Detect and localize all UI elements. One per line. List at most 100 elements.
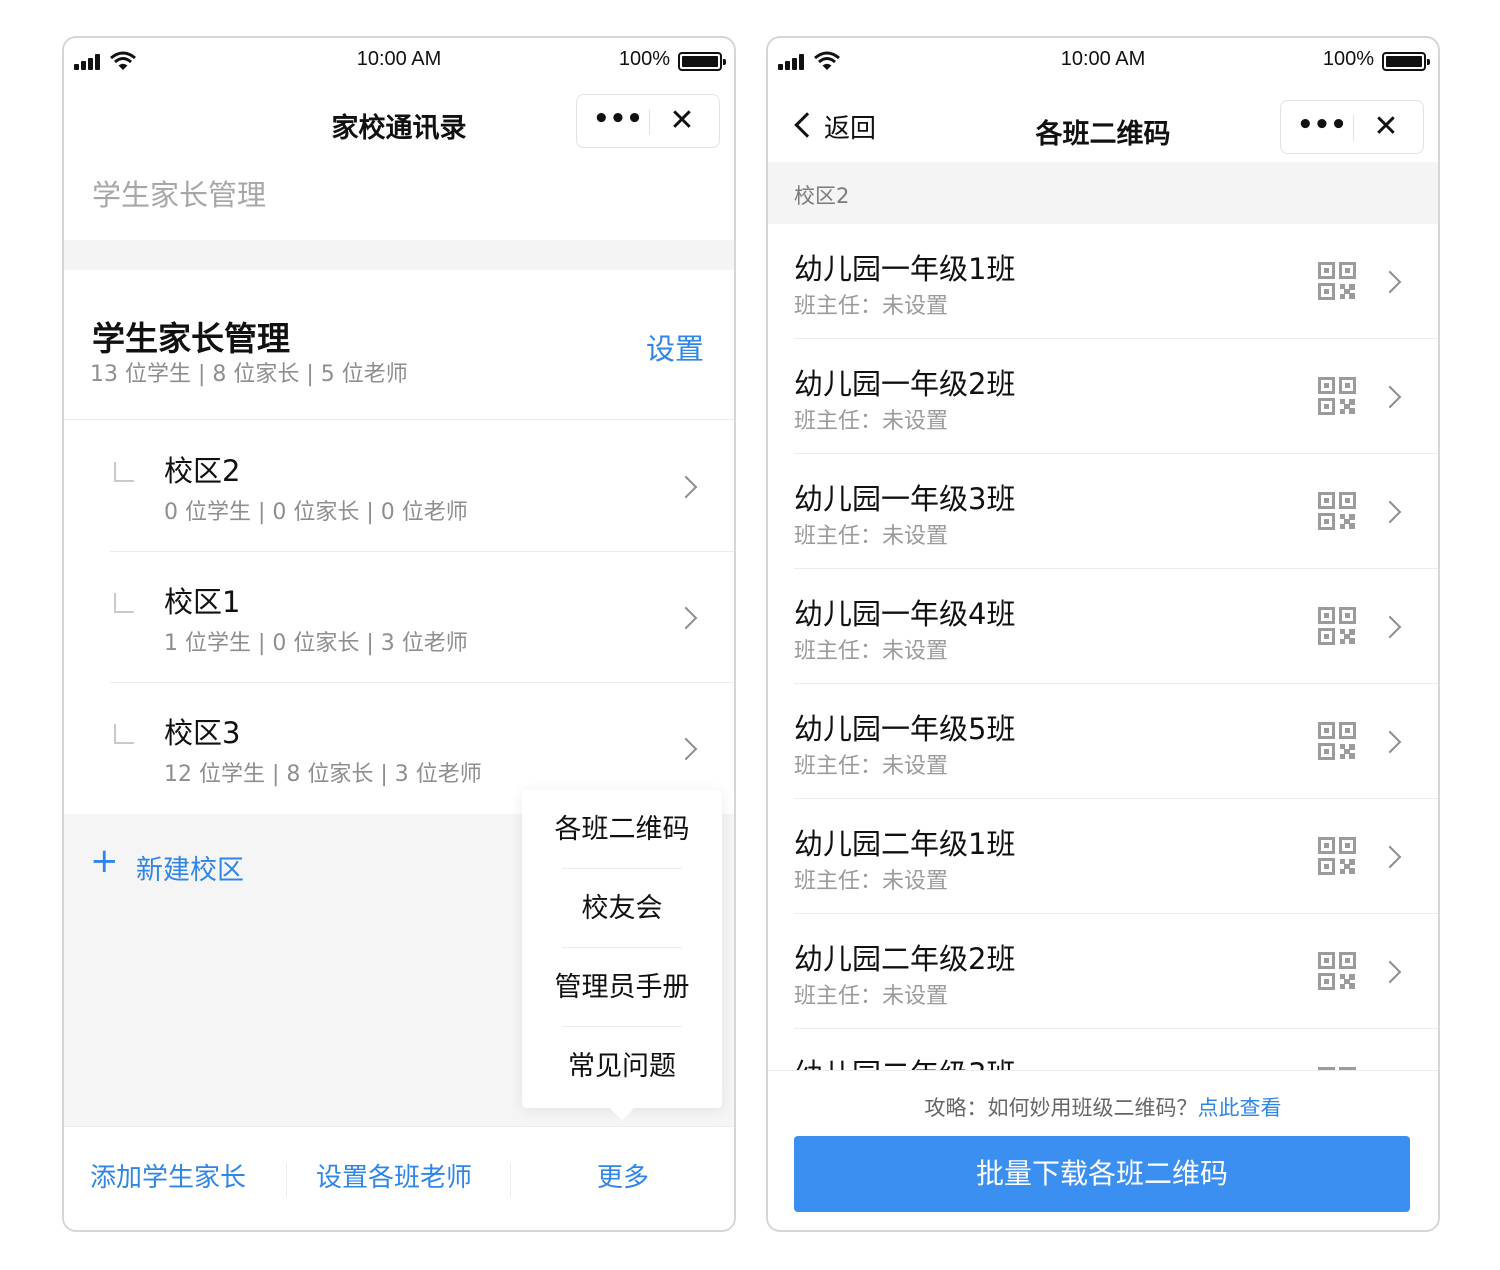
chevron-right-icon bbox=[1378, 270, 1402, 294]
campus-stats: 12 位学生 | 8 位家长 | 3 位老师 bbox=[164, 762, 482, 787]
menu-item-faq[interactable]: 常见问题 bbox=[522, 1027, 722, 1106]
batch-download-button[interactable]: 批量下载各班二维码 bbox=[794, 1136, 1410, 1212]
qr-tip-link[interactable]: 点此查看 bbox=[1198, 1096, 1282, 1120]
chevron-right-icon bbox=[674, 475, 698, 499]
class-row[interactable]: 幼儿园二年级3班 bbox=[768, 1029, 1438, 1070]
class-name: 幼儿园一年级1班 bbox=[794, 252, 1016, 286]
divider bbox=[286, 1163, 287, 1197]
more-dots-icon[interactable]: ••• bbox=[1297, 112, 1347, 139]
section-title: 校区2 bbox=[794, 184, 850, 208]
campus-name: 校区1 bbox=[164, 585, 241, 619]
chevron-right-icon bbox=[674, 606, 698, 630]
menu-item-label: 管理员手册 bbox=[554, 972, 690, 1003]
close-icon[interactable]: ✕ bbox=[667, 105, 697, 137]
class-name: 幼儿园二年级3班 bbox=[794, 1051, 1015, 1070]
class-row[interactable]: 幼儿园二年级2班班主任：未设置 bbox=[768, 914, 1438, 1029]
campus-stats: 1 位学生 | 0 位家长 | 3 位老师 bbox=[164, 631, 468, 656]
settings-link[interactable]: 设置 bbox=[646, 326, 704, 368]
qr-code-icon[interactable] bbox=[1318, 837, 1356, 875]
left-phone-screen: 10:00 AM 100% 家校通讯录 ••• ✕ 学生家长管理 学生家长管理 … bbox=[62, 36, 736, 1232]
page-subtitle-text: 学生家长管理 bbox=[92, 178, 267, 212]
chevron-right-icon bbox=[1378, 960, 1402, 984]
battery-percent: 100% bbox=[1322, 48, 1374, 70]
tree-corner-icon bbox=[114, 724, 134, 744]
qr-code-icon[interactable] bbox=[1318, 262, 1356, 300]
class-name: 幼儿园一年级2班 bbox=[794, 367, 1016, 401]
menu-item-label: 校友会 bbox=[581, 893, 663, 924]
capsule-divider bbox=[649, 109, 650, 135]
class-list: 幼儿园一年级1班 班主任：未设置 幼儿园一年级2班 班主任：未设置 幼儿园一年级3班 班主… bbox=[768, 224, 1438, 1070]
class-name: 幼儿园一年级5班 bbox=[794, 712, 1016, 746]
qr-code-icon[interactable] bbox=[1318, 607, 1356, 645]
add-parent-button[interactable]: 添加学生家长 bbox=[90, 1157, 246, 1194]
management-stats: 13 位学生 | 8 位家长 | 5 位老师 bbox=[90, 362, 408, 387]
set-teachers-button[interactable]: 设置各班老师 bbox=[316, 1157, 472, 1194]
chevron-right-icon bbox=[1378, 730, 1402, 754]
class-name: 幼儿园一年级4班 bbox=[794, 597, 1016, 631]
class-teacher: 班主任：未设置 bbox=[794, 524, 949, 549]
nav-bar: 家校通讯录 ••• ✕ bbox=[64, 88, 734, 156]
divider bbox=[768, 1070, 1438, 1071]
chevron-right-icon bbox=[674, 737, 698, 761]
menu-item-class-qr[interactable]: 各班二维码 bbox=[522, 790, 722, 869]
class-teacher: 班主任：未设置 bbox=[794, 984, 949, 1009]
status-bar: 10:00 AM 100% bbox=[64, 38, 734, 84]
right-phone-screen: 10:00 AM 100% 返回 各班二维码 ••• ✕ 校区2 幼儿园一年级1… bbox=[766, 36, 1440, 1232]
chevron-right-icon bbox=[1378, 845, 1402, 869]
section-header: 校区2 bbox=[768, 162, 1438, 224]
qr-tip-text: 攻略：如何妙用班级二维码？ bbox=[924, 1096, 1198, 1120]
class-row[interactable]: 幼儿园一年级5班班主任：未设置 bbox=[768, 684, 1438, 799]
section-gap bbox=[64, 240, 734, 270]
tree-corner-icon bbox=[114, 593, 134, 613]
campus-stats: 0 位学生 | 0 位家长 | 0 位老师 bbox=[164, 500, 468, 525]
class-teacher: 班主任：未设置 bbox=[794, 639, 949, 664]
class-teacher: 班主任：未设置 bbox=[794, 869, 949, 894]
campus-item[interactable]: 校区1 1 位学生 | 0 位家长 | 3 位老师 bbox=[64, 553, 734, 683]
new-campus-label: 新建校区 bbox=[136, 855, 244, 886]
page-subtitle: 学生家长管理 bbox=[64, 168, 734, 242]
qr-code-icon[interactable] bbox=[1318, 722, 1356, 760]
campus-name: 校区2 bbox=[164, 454, 241, 488]
campus-name: 校区3 bbox=[164, 716, 241, 750]
class-row[interactable]: 幼儿园一年级3班班主任：未设置 bbox=[768, 454, 1438, 569]
qr-tip: 攻略：如何妙用班级二维码？点此查看 bbox=[768, 1092, 1438, 1122]
chevron-right-icon bbox=[1378, 500, 1402, 524]
class-teacher: 班主任：未设置 bbox=[794, 754, 949, 779]
battery-percent: 100% bbox=[618, 48, 670, 70]
mini-program-capsule: ••• ✕ bbox=[576, 94, 720, 148]
nav-bar: 返回 各班二维码 ••• ✕ bbox=[768, 94, 1438, 162]
tree-corner-icon bbox=[114, 462, 134, 482]
chevron-right-icon bbox=[1378, 615, 1402, 639]
management-title: 学生家长管理 bbox=[92, 319, 290, 358]
campus-item[interactable]: 校区2 0 位学生 | 0 位家长 | 0 位老师 bbox=[64, 422, 734, 552]
menu-item-label: 常见问题 bbox=[568, 1051, 676, 1082]
battery-icon bbox=[678, 52, 726, 71]
more-button[interactable]: 更多 bbox=[597, 1157, 649, 1194]
bottom-action-bar: 添加学生家长 设置各班老师 更多 bbox=[64, 1126, 734, 1230]
close-icon[interactable]: ✕ bbox=[1371, 111, 1401, 143]
menu-item-alumni[interactable]: 校友会 bbox=[522, 869, 722, 948]
capsule-divider bbox=[1353, 115, 1354, 141]
class-row[interactable]: 幼儿园一年级1班班主任：未设置 bbox=[768, 224, 1438, 339]
more-dots-icon[interactable]: ••• bbox=[593, 106, 643, 133]
class-row[interactable]: 幼儿园一年级4班班主任：未设置 bbox=[768, 569, 1438, 684]
class-teacher: 班主任：未设置 bbox=[794, 409, 949, 434]
menu-item-admin-manual[interactable]: 管理员手册 bbox=[522, 948, 722, 1027]
class-row[interactable]: 幼儿园二年级1班班主任：未设置 bbox=[768, 799, 1438, 914]
battery-icon bbox=[1382, 52, 1430, 71]
class-teacher: 班主任：未设置 bbox=[794, 294, 949, 319]
class-name: 幼儿园二年级2班 bbox=[794, 942, 1016, 976]
more-popup-menu: 各班二维码 校友会 管理员手册 常见问题 bbox=[522, 790, 722, 1108]
plus-icon: + bbox=[90, 841, 119, 881]
mini-program-capsule: ••• ✕ bbox=[1280, 100, 1424, 154]
qr-code-icon[interactable] bbox=[1318, 377, 1356, 415]
divider bbox=[110, 682, 734, 683]
chevron-right-icon bbox=[1378, 385, 1402, 409]
class-row[interactable]: 幼儿园一年级2班班主任：未设置 bbox=[768, 339, 1438, 454]
divider bbox=[510, 1163, 511, 1197]
menu-item-label: 各班二维码 bbox=[554, 814, 690, 845]
class-name: 幼儿园二年级1班 bbox=[794, 827, 1016, 861]
qr-code-icon[interactable] bbox=[1318, 492, 1356, 530]
class-name: 幼儿园一年级3班 bbox=[794, 482, 1016, 516]
qr-code-icon[interactable] bbox=[1318, 952, 1356, 990]
